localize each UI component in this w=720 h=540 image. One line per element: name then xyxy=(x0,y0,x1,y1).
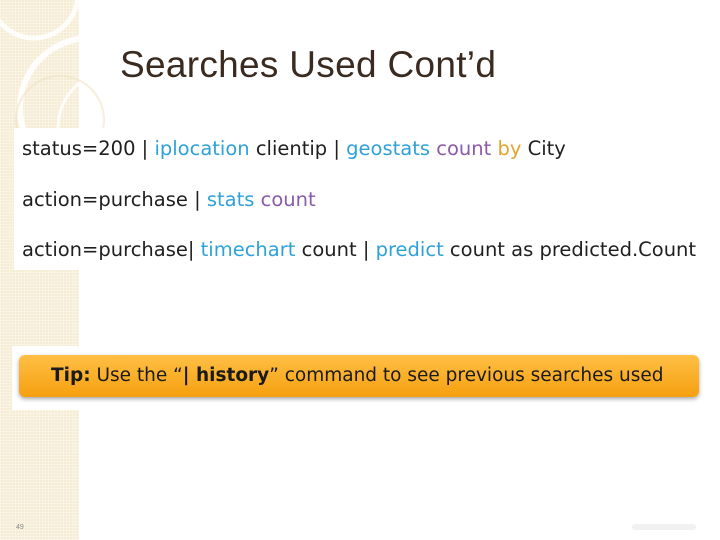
pipe-separator: | xyxy=(187,188,207,211)
function-keyword: count xyxy=(430,137,492,160)
command-argument: clientip xyxy=(249,137,328,160)
page-number: 49 xyxy=(16,524,24,531)
pipe-separator: | xyxy=(327,137,347,160)
tip-text: Tip: Use the “| history” command to see … xyxy=(51,365,663,386)
pipe-separator: | xyxy=(356,238,376,261)
tip-text-before: Use the “ xyxy=(90,365,183,386)
tip-label: Tip: xyxy=(51,365,91,386)
tip-banner: Tip: Use the “| history” command to see … xyxy=(19,355,699,397)
by-keyword: by xyxy=(491,137,522,160)
command-argument: count xyxy=(295,238,357,261)
search-term: action=purchase| xyxy=(22,238,195,261)
command-keyword: iplocation xyxy=(154,137,250,160)
field-name: City xyxy=(521,137,566,160)
tip-panel: Tip: Use the “| history” command to see … xyxy=(12,346,708,410)
function-keyword: count xyxy=(254,188,316,211)
search-commands-panel: status=200 | iplocation clientip | geost… xyxy=(14,128,702,270)
slide-title: Searches Used Cont’d xyxy=(120,44,497,85)
search-command-line-1: status=200 | iplocation clientip | geost… xyxy=(22,137,566,160)
tip-text-after: ” command to see previous searches used xyxy=(269,365,664,386)
command-argument: count as predicted.Count xyxy=(443,238,697,261)
tip-command: | history xyxy=(182,365,270,386)
command-keyword: timechart xyxy=(194,238,296,261)
command-keyword: stats xyxy=(206,188,255,211)
search-command-line-2: action=purchase | stats count xyxy=(22,188,316,211)
search-command-line-3: action=purchase| timechart count | predi… xyxy=(22,238,696,261)
footer-decoration xyxy=(632,524,696,530)
search-term: status=200 xyxy=(22,137,136,160)
command-keyword: geostats xyxy=(346,137,431,160)
search-term: action=purchase xyxy=(22,188,188,211)
pipe-separator: | xyxy=(135,137,155,160)
command-keyword: predict xyxy=(375,238,444,261)
